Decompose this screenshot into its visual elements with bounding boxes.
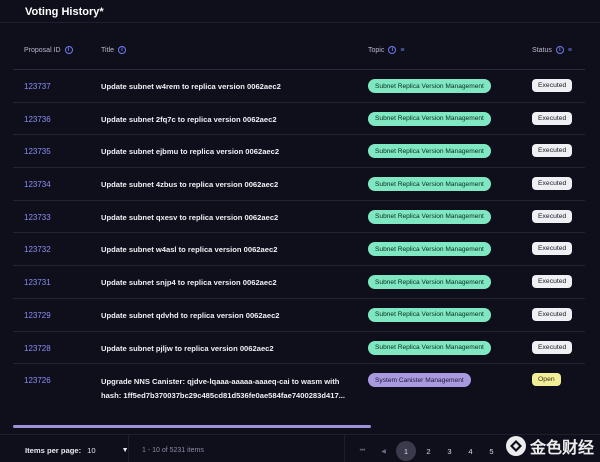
- proposal-title: Upgrade NNS Canister: qjdve-lqaaa-aaaaa-…: [101, 377, 346, 400]
- page-button-2[interactable]: 2: [418, 442, 439, 460]
- status-badge: Executed: [532, 242, 573, 256]
- divider: [128, 435, 129, 462]
- watermark: 金色财经: [505, 434, 594, 458]
- proposal-id-link[interactable]: 123728: [24, 344, 51, 353]
- table-row[interactable]: 123732 Update subnet w4asl to replica ve…: [13, 233, 585, 267]
- header-status-label: Status: [532, 46, 552, 54]
- page-button-1[interactable]: 1: [396, 441, 416, 461]
- pagination: ⏮ ◀ 1 2 3 4 5: [352, 441, 502, 461]
- header-proposal-id: Proposal ID i: [24, 46, 73, 54]
- topic-badge: Subnet Replica Version Management: [368, 209, 491, 224]
- status-badge: Executed: [532, 307, 573, 321]
- proposal-id-link[interactable]: 123726: [24, 376, 51, 385]
- topic-badge: System Canister Management: [368, 373, 471, 388]
- proposal-id-link[interactable]: 123735: [24, 147, 51, 156]
- info-icon[interactable]: i: [388, 46, 397, 54]
- items-per-page-label: Items per page:: [25, 446, 82, 455]
- topic-badge: Subnet Replica Version Management: [368, 242, 491, 257]
- divider: [0, 22, 600, 23]
- status-badge: Executed: [532, 177, 573, 191]
- status-badge: Executed: [532, 111, 573, 125]
- topic-badge: Subnet Replica Version Management: [368, 307, 491, 322]
- table-row[interactable]: 123731 Update subnet snjp4 to replica ve…: [13, 266, 585, 299]
- proposal-title: Update subnet 4zbus to replica version 0…: [101, 180, 279, 190]
- item-range-text: 1 - 10 of 5231 items: [142, 447, 204, 454]
- header-topic: Topic i ≡: [368, 46, 404, 54]
- table-row[interactable]: 123729 Update subnet qdvhd to replica ve…: [13, 299, 585, 332]
- topic-badge: Subnet Replica Version Management: [368, 79, 491, 93]
- header-status: Status i ≡: [532, 46, 572, 54]
- status-badge: Executed: [532, 79, 573, 92]
- proposals-table: Proposal ID i Title i Topic i ≡ Status i…: [13, 32, 585, 420]
- page-button-3[interactable]: 3: [439, 442, 460, 460]
- topic-badge: Subnet Replica Version Management: [368, 340, 491, 355]
- table-row[interactable]: 123737 Update subnet w4rem to replica ve…: [13, 70, 585, 103]
- proposal-title: Update subnet pjljw to replica version 0…: [101, 343, 274, 353]
- items-per-page-select[interactable]: Items per page: 10 ▼: [25, 446, 129, 455]
- voting-history-page: Voting History* Proposal ID i Title i To…: [0, 0, 600, 462]
- header-proposal-id-label: Proposal ID: [24, 46, 61, 54]
- status-badge: Executed: [532, 209, 573, 223]
- horizontal-scrollbar[interactable]: [13, 425, 371, 428]
- table-row[interactable]: 123735 Update subnet ejbmu to replica ve…: [13, 135, 585, 169]
- table-row[interactable]: 123728 Update subnet pjljw to replica ve…: [13, 332, 585, 365]
- proposal-id-link[interactable]: 123731: [24, 278, 51, 287]
- status-badge: Open: [532, 373, 561, 387]
- proposal-title: Update subnet w4rem to replica version 0…: [101, 82, 281, 91]
- header-topic-label: Topic: [368, 46, 385, 54]
- watermark-logo-icon: [505, 436, 526, 456]
- status-badge: Executed: [532, 144, 573, 158]
- topic-badge: Subnet Replica Version Management: [368, 177, 491, 192]
- topic-badge: Subnet Replica Version Management: [368, 275, 491, 290]
- info-icon[interactable]: i: [117, 46, 126, 54]
- table-row[interactable]: 123734 Update subnet 4zbus to replica ve…: [13, 168, 585, 201]
- proposal-id-link[interactable]: 123737: [24, 82, 51, 91]
- table-row[interactable]: 123733 Update subnet qxesv to replica ve…: [13, 201, 585, 234]
- info-icon[interactable]: i: [555, 46, 564, 54]
- topic-badge: Subnet Replica Version Management: [368, 111, 491, 126]
- header-title-label: Title: [101, 46, 114, 54]
- table-row[interactable]: 123726 Upgrade NNS Canister: qjdve-lqaaa…: [13, 364, 585, 420]
- page-button-4[interactable]: 4: [460, 442, 481, 460]
- status-badge: Executed: [532, 275, 573, 289]
- proposal-id-link[interactable]: 123736: [24, 115, 51, 124]
- items-per-page-value: 10: [87, 446, 96, 455]
- proposal-id-link[interactable]: 123734: [24, 180, 51, 189]
- proposal-id-link[interactable]: 123729: [24, 311, 51, 320]
- proposal-title: Update subnet ejbmu to replica version 0…: [101, 147, 280, 157]
- proposal-title: Update subnet qdvhd to replica version 0…: [101, 310, 280, 320]
- table-row[interactable]: 123736 Update subnet 2fq7c to replica ve…: [13, 103, 585, 136]
- filter-icon[interactable]: ≡: [400, 47, 404, 54]
- proposal-title: Update subnet qxesv to replica version 0…: [101, 212, 279, 222]
- previous-page-icon[interactable]: ◀: [373, 442, 394, 460]
- proposal-title: Update subnet w4asl to replica version 0…: [101, 245, 278, 255]
- watermark-text: 金色财经: [529, 440, 594, 457]
- proposal-id-link[interactable]: 123732: [24, 245, 51, 254]
- filter-icon[interactable]: ≡: [568, 47, 572, 54]
- topic-badge: Subnet Replica Version Management: [368, 144, 491, 159]
- divider: [344, 435, 345, 462]
- page-button-5[interactable]: 5: [481, 442, 502, 460]
- proposal-id-link[interactable]: 123733: [24, 213, 51, 222]
- proposal-title: Update subnet snjp4 to replica version 0…: [101, 278, 277, 288]
- first-page-icon[interactable]: ⏮: [352, 442, 373, 460]
- status-badge: Executed: [532, 340, 573, 354]
- page-title: Voting History*: [25, 6, 104, 18]
- table-body: 123737 Update subnet w4rem to replica ve…: [13, 70, 585, 420]
- proposal-title: Update subnet 2fq7c to replica version 0…: [101, 114, 277, 124]
- header-title: Title i: [101, 46, 126, 54]
- table-header: Proposal ID i Title i Topic i ≡ Status i…: [13, 32, 585, 70]
- info-icon[interactable]: i: [64, 46, 73, 54]
